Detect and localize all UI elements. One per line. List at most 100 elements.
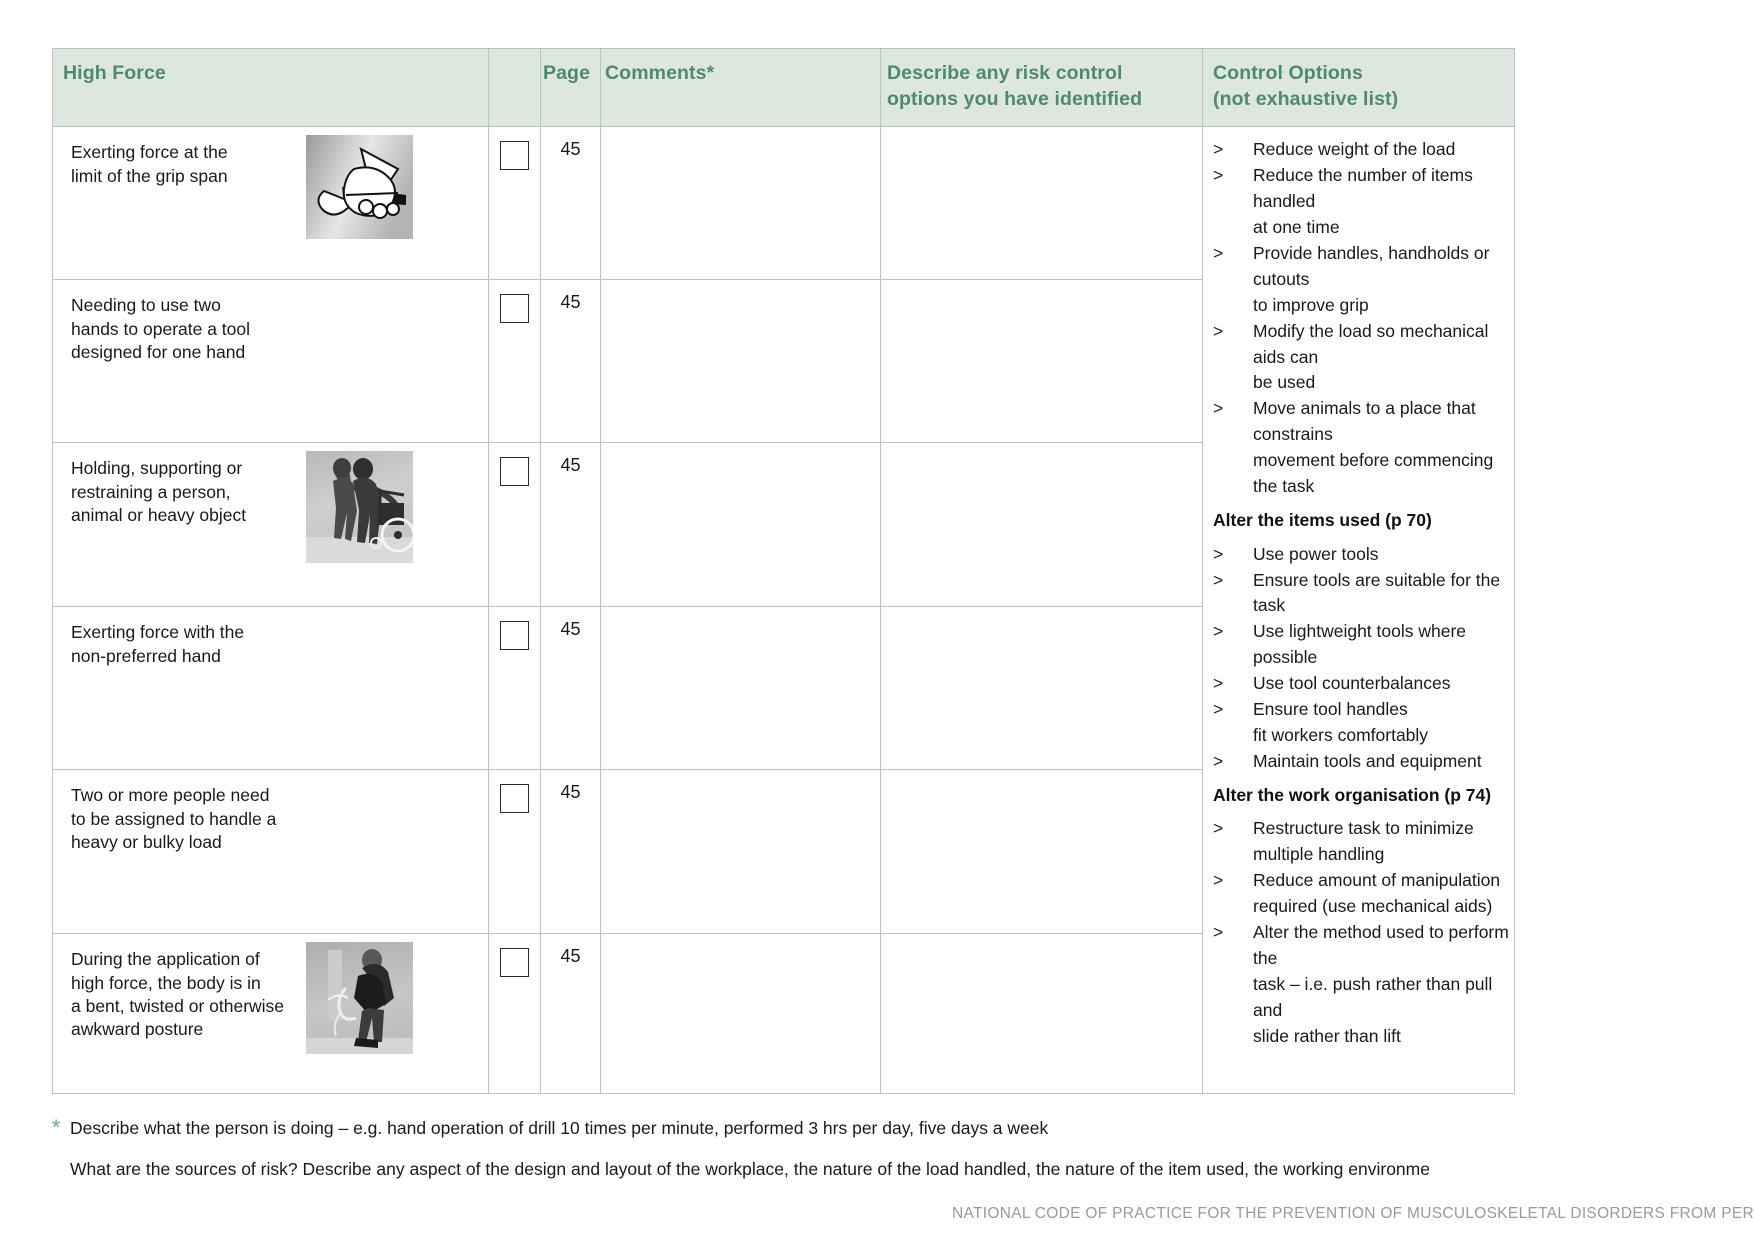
hazard-label: Holding, supporting or restraining a per… bbox=[71, 458, 247, 525]
list-item: > Alter the method used to perform the ta… bbox=[1213, 920, 1510, 1049]
hazard-checkbox-cell[interactable] bbox=[488, 279, 541, 443]
comments-cell[interactable] bbox=[600, 279, 881, 443]
bullet-marker: > bbox=[1213, 870, 1224, 891]
page-number-cell: 45 bbox=[540, 279, 601, 443]
hazard-cell: During the application of high force, th… bbox=[52, 933, 489, 1094]
checkbox[interactable] bbox=[500, 141, 529, 171]
control-header-line-1: Control Options bbox=[1213, 62, 1363, 84]
page-number-cell: 45 bbox=[540, 442, 601, 607]
hazard-label: Exerting force with the non-preferred ha… bbox=[71, 622, 245, 666]
comments-cell[interactable] bbox=[600, 933, 881, 1094]
control-option-text: Use tool counterbalances bbox=[1253, 673, 1451, 694]
checkbox[interactable] bbox=[500, 948, 529, 978]
bullet-marker: > bbox=[1213, 673, 1224, 694]
hazard-checkbox-cell[interactable] bbox=[488, 769, 541, 934]
checkbox[interactable] bbox=[500, 294, 529, 324]
list-item: > Move animals to a place that constrains… bbox=[1213, 396, 1510, 500]
checkbox[interactable] bbox=[500, 457, 529, 487]
hazard-label: During the application of high force, th… bbox=[71, 949, 285, 1040]
column-header-describe-risk-control: Describe any risk control options you ha… bbox=[880, 48, 1203, 128]
bullet-marker: > bbox=[1213, 750, 1224, 771]
footer-text: NATIONAL CODE OF PRACTICE FOR THE PREVEN… bbox=[952, 1205, 1754, 1222]
list-item: > Reduce amount of manipulation required … bbox=[1213, 868, 1510, 920]
control-options-group-2: > Use power tools > Ensure tools are suita… bbox=[1213, 542, 1510, 775]
describe-controls-cell[interactable] bbox=[880, 933, 1203, 1094]
describe-header-line-2: options you have identified bbox=[887, 87, 1143, 110]
control-group-heading-work-organisation: Alter the work organisation (p 74) bbox=[1213, 784, 1492, 805]
describe-header-line-1: Describe any risk control bbox=[887, 62, 1123, 84]
carer-assisting-person-wheelchair-photo bbox=[306, 451, 413, 564]
table-body: Exerting force at the limit of the grip … bbox=[52, 126, 1515, 1094]
hazard-cell: Exerting force at the limit of the grip … bbox=[52, 126, 489, 280]
list-item: > Restructure task to minimize multiple h… bbox=[1213, 816, 1510, 868]
describe-controls-cell[interactable] bbox=[880, 442, 1203, 607]
column-header-comments: Comments* bbox=[600, 48, 881, 128]
list-item: > Maintain tools and equipment bbox=[1213, 749, 1510, 775]
footnote-text-2: What are the sources of risk? Describe a… bbox=[70, 1158, 1430, 1179]
column-header-high-force: High Force bbox=[52, 48, 489, 128]
comments-cell[interactable] bbox=[600, 606, 881, 770]
control-option-text: Provide handles, handholds or cutouts to… bbox=[1253, 243, 1490, 315]
checkbox[interactable] bbox=[500, 621, 529, 651]
control-option-text: Reduce weight of the load bbox=[1253, 139, 1456, 160]
bullet-marker: > bbox=[1213, 569, 1224, 590]
control-option-text: Reduce the number of items handled at on… bbox=[1253, 165, 1473, 238]
page-number-cell: 45 bbox=[540, 126, 601, 280]
comments-cell[interactable] bbox=[600, 126, 881, 280]
hazard-checkbox-cell[interactable] bbox=[488, 442, 541, 607]
bullet-marker: > bbox=[1213, 621, 1224, 642]
hazard-checkbox-cell[interactable] bbox=[488, 933, 541, 1094]
bullet-marker: > bbox=[1213, 398, 1224, 419]
describe-controls-cell[interactable] bbox=[880, 769, 1203, 934]
page-number-cell: 45 bbox=[540, 606, 601, 770]
list-item: > Modify the load so mechanical aids can … bbox=[1213, 319, 1510, 397]
hazard-cell: Exerting force with the non-preferred ha… bbox=[52, 606, 489, 770]
footnote-line-1: * Describe what the person is doing – e.… bbox=[52, 1116, 1752, 1141]
control-option-text: Ensure tool handles fit workers comforta… bbox=[1253, 699, 1429, 745]
describe-controls-cell[interactable] bbox=[880, 606, 1203, 770]
hazard-checkbox-cell[interactable] bbox=[488, 606, 541, 770]
control-option-text: Ensure tools are suitable for the task bbox=[1253, 569, 1501, 616]
control-option-text: Restructure task to minimize multiple ha… bbox=[1253, 818, 1474, 865]
asterisk-icon: * bbox=[52, 1116, 61, 1140]
checkbox[interactable] bbox=[500, 784, 529, 814]
list-item: > Ensure tool handles fit workers comfort… bbox=[1213, 697, 1510, 749]
comments-cell[interactable] bbox=[600, 442, 881, 607]
column-header-control-options: Control Options (not exhaustive list) bbox=[1202, 48, 1515, 128]
bullet-marker: > bbox=[1213, 699, 1224, 720]
footnote-line-2: * What are the sources of risk? Describe… bbox=[52, 1157, 1752, 1182]
control-option-text: Alter the method used to perform the tas… bbox=[1253, 922, 1509, 1046]
control-options-group-3: > Restructure task to minimize multiple h… bbox=[1213, 816, 1510, 1049]
list-item: > Provide handles, handholds or cutouts t… bbox=[1213, 241, 1510, 319]
control-options-group-1: > Reduce weight of the load > Reduce the n… bbox=[1213, 137, 1510, 499]
hazard-label: Needing to use two hands to operate a to… bbox=[71, 295, 251, 362]
control-option-text: Use power tools bbox=[1253, 543, 1379, 564]
column-header-page: Page bbox=[540, 48, 601, 128]
hazard-cell: Two or more people need to be assigned t… bbox=[52, 769, 489, 934]
bullet-marker: > bbox=[1213, 165, 1224, 186]
describe-controls-cell[interactable] bbox=[880, 279, 1203, 443]
control-group-heading-items-used: Alter the items used (p 70) bbox=[1213, 509, 1432, 530]
bullet-marker: > bbox=[1213, 818, 1224, 839]
page-footer: NATIONAL CODE OF PRACTICE FOR THE PREVEN… bbox=[0, 1205, 1754, 1223]
list-item: > Use power tools bbox=[1213, 542, 1510, 568]
list-item: > Ensure tools are suitable for the task bbox=[1213, 568, 1510, 620]
list-item: > Reduce weight of the load bbox=[1213, 137, 1510, 163]
page-number-cell: 45 bbox=[540, 933, 601, 1094]
hazard-checkbox-cell[interactable] bbox=[488, 126, 541, 280]
table-row: Exerting force at the limit of the grip … bbox=[52, 126, 1515, 1094]
high-force-checklist-table: High Force Page Comments* Describe any r… bbox=[52, 48, 1515, 1095]
control-option-text: Move animals to a place that constrains … bbox=[1253, 398, 1494, 497]
footnotes: * Describe what the person is doing – e.… bbox=[52, 1116, 1752, 1182]
hazard-cell: Holding, supporting or restraining a per… bbox=[52, 442, 489, 607]
hazard-cell: Needing to use two hands to operate a to… bbox=[52, 279, 489, 443]
list-item: > Reduce the number of items handled at o… bbox=[1213, 163, 1510, 241]
list-item: > Use lightweight tools where possible bbox=[1213, 619, 1510, 671]
describe-controls-cell[interactable] bbox=[880, 126, 1203, 280]
control-option-text: Modify the load so mechanical aids can b… bbox=[1253, 320, 1489, 393]
bullet-marker: > bbox=[1213, 139, 1224, 160]
list-item: > Use tool counterbalances bbox=[1213, 671, 1510, 697]
bullet-marker: > bbox=[1213, 320, 1224, 341]
comments-cell[interactable] bbox=[600, 769, 881, 934]
worker-bent-posture-photo bbox=[306, 942, 413, 1055]
